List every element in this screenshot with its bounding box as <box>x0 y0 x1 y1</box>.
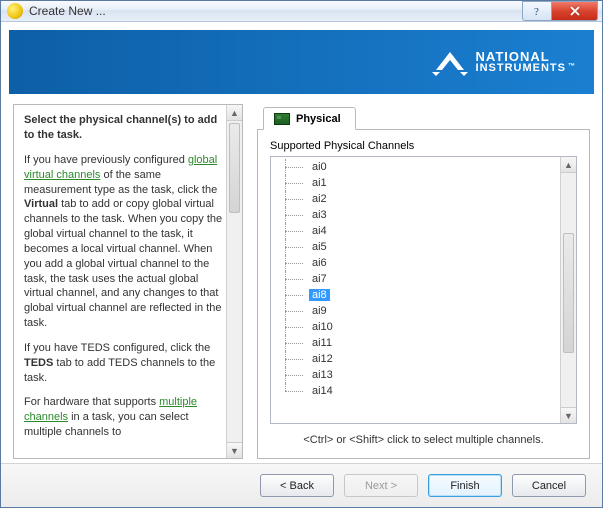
channel-label: ai12 <box>309 353 336 365</box>
svg-text:?: ? <box>534 6 539 17</box>
titlebar: Create New ... ? <box>1 1 602 22</box>
channel-label: ai7 <box>309 273 330 285</box>
help-panel: Select the physical channel(s) to add to… <box>13 104 243 459</box>
help-heading: Select the physical channel(s) to add to… <box>24 114 217 141</box>
channel-label: ai14 <box>309 385 336 397</box>
channel-label: ai11 <box>309 337 335 349</box>
channel-label: ai3 <box>309 209 330 221</box>
channel-label: ai13 <box>309 369 336 381</box>
channel-item[interactable]: ai6 <box>271 255 560 271</box>
channel-label: ai9 <box>309 305 330 317</box>
ni-logo: NATIONAL INSTRUMENTS™ <box>432 48 576 76</box>
main-area: Select the physical channel(s) to add to… <box>1 94 602 463</box>
brand-text: NATIONAL INSTRUMENTS™ <box>476 50 576 74</box>
channel-item[interactable]: ai12 <box>271 351 560 367</box>
window-controls: ? <box>522 1 598 21</box>
channel-item[interactable]: ai5 <box>271 239 560 255</box>
close-button[interactable] <box>552 1 598 21</box>
scroll-thumb[interactable] <box>563 233 574 353</box>
app-icon <box>7 3 23 19</box>
cancel-button[interactable]: Cancel <box>512 474 586 497</box>
brand-banner: NATIONAL INSTRUMENTS™ <box>9 30 594 94</box>
tree-scrollbar[interactable]: ▲ ▼ <box>560 157 576 423</box>
scroll-up-icon[interactable]: ▲ <box>561 157 576 173</box>
scroll-track[interactable] <box>561 173 576 407</box>
tab-strip: Physical <box>257 104 590 130</box>
channel-label: ai2 <box>309 193 330 205</box>
channel-item[interactable]: ai14 <box>271 383 560 399</box>
channel-label: ai8 <box>309 289 330 301</box>
brand-line2: INSTRUMENTS <box>476 62 566 74</box>
scroll-down-icon[interactable]: ▼ <box>561 407 576 423</box>
channel-item[interactable]: ai10 <box>271 319 560 335</box>
eagle-icon <box>432 48 468 76</box>
help-button[interactable]: ? <box>522 1 552 21</box>
client-area: NATIONAL INSTRUMENTS™ Select the physica… <box>1 22 602 507</box>
multiselect-hint: <Ctrl> or <Shift> click to select multip… <box>270 424 577 450</box>
channel-label: ai0 <box>309 161 330 173</box>
finish-button[interactable]: Finish <box>428 474 502 497</box>
channel-item[interactable]: ai13 <box>271 367 560 383</box>
supported-label: Supported Physical Channels <box>270 140 577 152</box>
channel-label: ai4 <box>309 225 330 237</box>
channel-list: ai0 ai1 ai2 ai3 ai4 ai5 ai6 ai7 ai8 ai9 ai10 ai11 ai… <box>271 157 560 401</box>
scroll-up-icon[interactable]: ▲ <box>227 105 242 121</box>
channel-item[interactable]: ai2 <box>271 191 560 207</box>
help-scrollbar[interactable]: ▲ ▼ <box>226 105 242 458</box>
back-button[interactable]: < Back <box>260 474 334 497</box>
channel-item[interactable]: ai9 <box>271 303 560 319</box>
channel-label: ai6 <box>309 257 330 269</box>
channel-item[interactable]: ai3 <box>271 207 560 223</box>
channel-item[interactable]: ai11 <box>271 335 560 351</box>
channel-panel: Physical Supported Physical Channels ai0… <box>257 104 590 459</box>
tab-label: Physical <box>296 113 341 125</box>
channel-item[interactable]: ai4 <box>271 223 560 239</box>
channel-item[interactable]: ai0 <box>271 159 560 175</box>
channel-tree[interactable]: ai0 ai1 ai2 ai3 ai4 ai5 ai6 ai7 ai8 ai9 ai10 ai11 ai… <box>270 156 577 424</box>
scroll-down-icon[interactable]: ▼ <box>227 442 242 458</box>
channel-label: ai5 <box>309 241 330 253</box>
next-button: Next > <box>344 474 418 497</box>
button-bar: < Back Next > Finish Cancel <box>1 463 602 507</box>
channel-label: ai1 <box>309 177 330 189</box>
scroll-track[interactable] <box>227 121 242 442</box>
scroll-thumb[interactable] <box>229 123 240 213</box>
dialog-window: Create New ... ? NATIONAL <box>0 0 603 508</box>
channel-item[interactable]: ai7 <box>271 271 560 287</box>
channel-label: ai10 <box>309 321 336 333</box>
channel-item[interactable]: ai8 <box>271 287 560 303</box>
channel-item[interactable]: ai1 <box>271 175 560 191</box>
tab-physical[interactable]: Physical <box>263 107 356 130</box>
window-title: Create New ... <box>29 4 522 18</box>
board-icon <box>274 113 290 125</box>
help-text: Select the physical channel(s) to add to… <box>24 113 224 440</box>
tab-body: Supported Physical Channels ai0 ai1 ai2 ai3… <box>257 129 590 459</box>
